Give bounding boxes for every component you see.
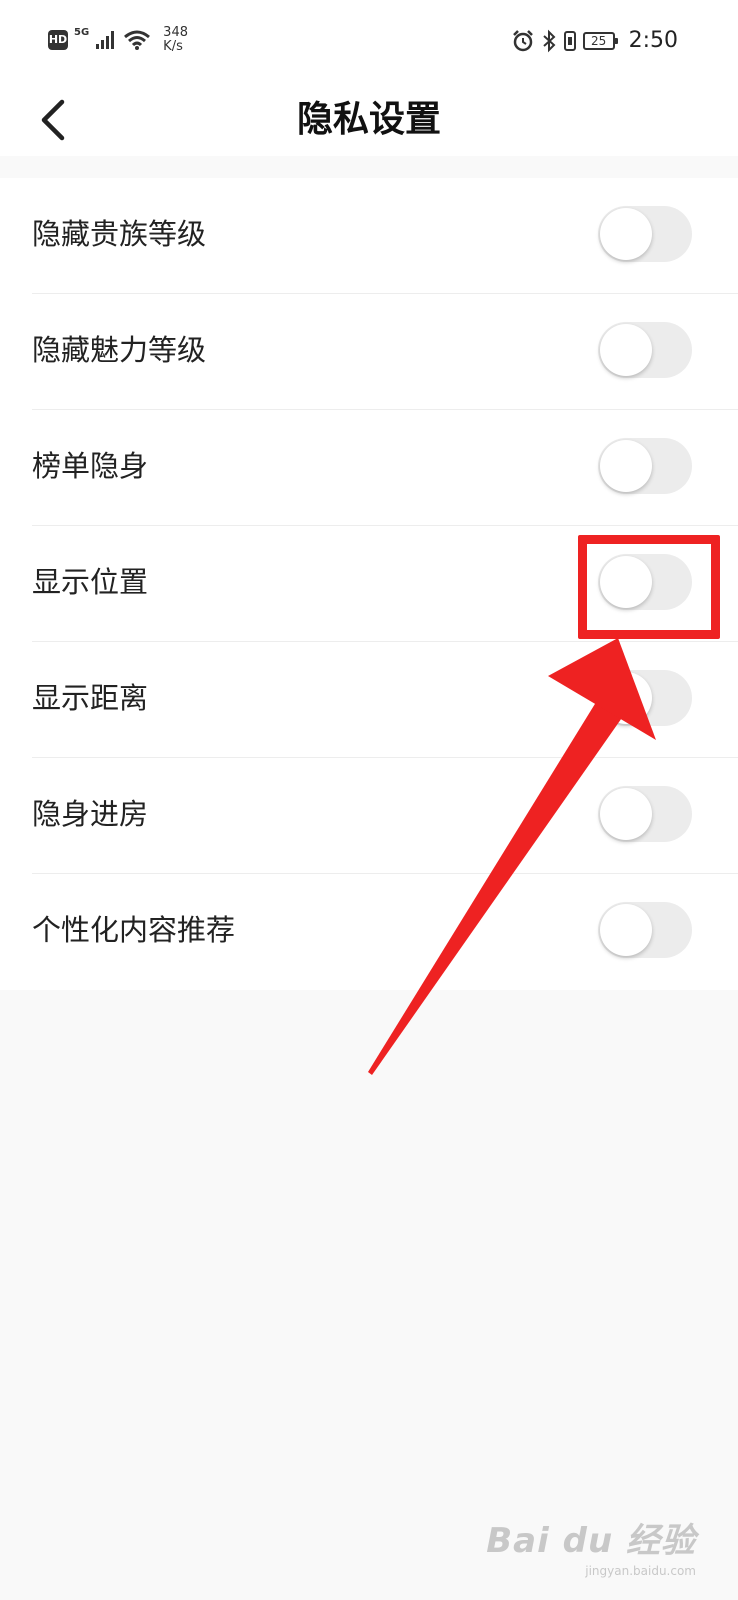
clock: 2:50 (628, 28, 678, 53)
toggle-show-distance[interactable] (598, 670, 692, 726)
nav-bar: 隐私设置 (0, 84, 738, 156)
status-right: 25 2:50 (511, 28, 678, 53)
toggle-show-location[interactable] (598, 554, 692, 610)
settings-list: 隐藏贵族等级 隐藏魅力等级 榜单隐身 显示位置 显示距离 隐身进房 个性化内容推… (0, 178, 738, 990)
setting-row-invisible-enter-room: 隐身进房 (32, 758, 738, 874)
network-speed: 348 K/s (163, 26, 188, 54)
signal-icon (95, 30, 117, 50)
toggle-knob (600, 788, 652, 840)
baidu-watermark: Bai du 经验 jingyan.baidu.com (486, 1513, 696, 1578)
toggle-leaderboard-invisible[interactable] (598, 438, 692, 494)
setting-row-hide-noble-level: 隐藏贵族等级 (32, 178, 738, 294)
setting-row-show-location: 显示位置 (32, 526, 738, 642)
status-left: HD 5G 348 K/s (48, 26, 188, 54)
setting-row-personalized-recommendation: 个性化内容推荐 (32, 874, 738, 990)
toggle-hide-noble-level[interactable] (598, 206, 692, 262)
toggle-knob (600, 440, 652, 492)
setting-row-hide-charm-level: 隐藏魅力等级 (32, 294, 738, 410)
vibrate-icon (563, 29, 577, 53)
page-title: 隐私设置 (296, 99, 441, 140)
speed-value: 348 (163, 25, 188, 40)
back-button[interactable] (34, 98, 78, 142)
setting-label: 榜单隐身 (32, 449, 149, 483)
setting-row-show-distance: 显示距离 (32, 642, 738, 758)
chevron-left-icon (41, 99, 65, 141)
setting-row-leaderboard-invisible: 榜单隐身 (32, 410, 738, 526)
setting-label: 隐身进房 (32, 797, 149, 831)
toggle-knob (600, 208, 652, 260)
speed-unit: K/s (163, 39, 183, 54)
toggle-knob (600, 672, 652, 724)
setting-label: 隐藏魅力等级 (32, 333, 207, 367)
setting-label: 显示位置 (32, 565, 149, 599)
setting-label: 显示距离 (32, 681, 149, 715)
setting-label: 隐藏贵族等级 (32, 217, 207, 251)
wifi-icon (123, 29, 151, 51)
hd-icon: HD (48, 30, 68, 50)
toggle-hide-charm-level[interactable] (598, 322, 692, 378)
toggle-knob (600, 324, 652, 376)
screen: HD 5G 348 K/s 25 2:50 隐私设置 隐藏贵族等级 隐藏魅力等级… (0, 0, 738, 1600)
toggle-knob (600, 904, 652, 956)
battery-icon: 25 (582, 31, 618, 50)
toggle-invisible-enter-room[interactable] (598, 786, 692, 842)
watermark-brand: Bai du 经验 (486, 1521, 696, 1561)
setting-label: 个性化内容推荐 (32, 913, 236, 947)
watermark-url: jingyan.baidu.com (585, 1564, 696, 1578)
network-type: 5G (74, 26, 90, 38)
toggle-knob (600, 556, 652, 608)
toggle-personalized-recommendation[interactable] (598, 902, 692, 958)
status-bar: HD 5G 348 K/s 25 2:50 (0, 0, 738, 84)
alarm-icon (511, 29, 535, 53)
bluetooth-icon (541, 29, 557, 53)
